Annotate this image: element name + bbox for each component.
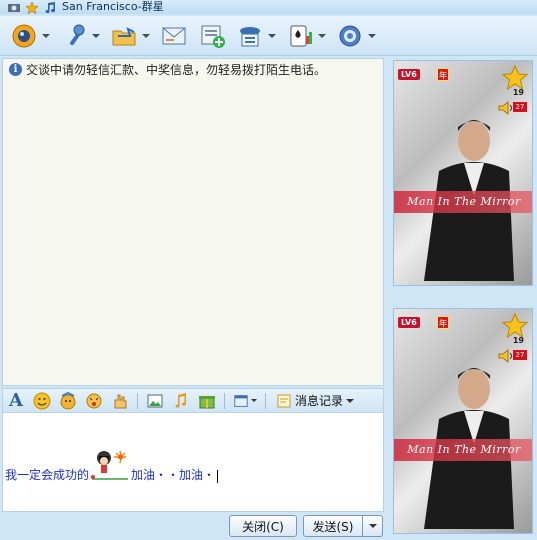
voice-call-button[interactable] (58, 20, 102, 52)
message-history-label: 消息记录 (295, 394, 344, 408)
toolbar-divider (265, 392, 266, 409)
font-icon: A (9, 390, 23, 411)
window-title: San Francisco-群星 (62, 0, 164, 13)
avatar-panel: LV6 年 19 27 Man In The Mirror LV6 年 19 2… (389, 58, 535, 540)
chevron-down-icon[interactable] (142, 33, 150, 38)
year-badge: 年 (437, 316, 449, 329)
gift-icon (199, 395, 215, 408)
message-input[interactable]: 我一定会成功的 加油・・加油・ (2, 412, 384, 512)
magic-emoticon-button[interactable] (57, 391, 79, 411)
favorite-star-icon[interactable] (25, 1, 39, 15)
input-content: 我一定会成功的 加油・・加油・ (5, 449, 219, 483)
star-count: 19 (512, 88, 524, 97)
chevron-down-icon[interactable] (368, 33, 376, 38)
smiley-icon (33, 392, 51, 409)
music-icon (175, 392, 187, 408)
security-notice: i 交谈中请勿轻信汇款、中奖信息，勿轻易拨打陌生电话。 (3, 59, 383, 80)
shake-face-icon (86, 393, 102, 408)
chevron-down-icon[interactable] (92, 33, 100, 38)
info-icon: i (9, 63, 22, 76)
security-notice-text: 交谈中请勿轻信汇款、中奖信息，勿轻易拨打陌生电话。 (26, 63, 327, 77)
level-badge: LV6 (398, 317, 420, 328)
microphone-icon (70, 24, 85, 45)
music-note-icon (44, 2, 56, 14)
history-icon (277, 394, 291, 407)
input-toolbar: A 消息记录 (2, 388, 384, 412)
chevron-down-icon[interactable] (318, 33, 326, 38)
input-text-after: 加油・・加油・ (131, 468, 216, 482)
main-toolbar (0, 16, 537, 56)
game-cards-icon (290, 25, 312, 46)
gift-button[interactable] (196, 391, 218, 411)
contact-avatar-show[interactable]: LV6 年 19 27 Man In The Mirror (393, 60, 533, 286)
send-options-button[interactable] (363, 515, 383, 537)
settings-button[interactable] (334, 20, 378, 52)
send-button-group: 发送(S) (303, 515, 383, 537)
chevron-down-icon (368, 524, 377, 528)
more-tools-button[interactable] (231, 391, 259, 411)
self-avatar-show[interactable]: LV6 年 19 27 Man In The Mirror (393, 308, 533, 534)
shake-button[interactable] (83, 391, 105, 411)
emoticon-button[interactable] (31, 391, 53, 411)
message-button[interactable] (158, 20, 190, 52)
chevron-down-icon[interactable] (251, 399, 257, 402)
mail-icon (162, 27, 186, 44)
gear-icon (339, 25, 361, 46)
font-button[interactable]: A (5, 390, 27, 411)
toolbar-divider (224, 392, 225, 409)
action-bar: 关闭(C) 发送(S) (0, 512, 385, 540)
year-badge: 年 (437, 68, 449, 81)
level-badge: LV6 (398, 69, 420, 80)
message-history-button[interactable]: 消息记录 (272, 391, 358, 411)
text-cursor (217, 470, 219, 483)
send-button[interactable]: 发送(S) (303, 515, 363, 537)
chat-history[interactable]: i 交谈中请勿轻信汇款、中奖信息，勿轻易拨打陌生电话。 (2, 58, 384, 386)
add-app-button[interactable] (196, 20, 228, 52)
hand-icon (114, 394, 127, 408)
volume-badge: 27 (513, 350, 527, 360)
games-button[interactable] (284, 20, 328, 52)
add-app-icon (201, 25, 225, 48)
window-icon (8, 2, 20, 12)
toolbar-divider (137, 392, 138, 409)
contacts-button[interactable] (234, 20, 278, 52)
cheer-emoticon-icon (90, 449, 130, 483)
input-text-before: 我一定会成功的 (5, 468, 90, 482)
chevron-down-icon[interactable] (42, 33, 50, 38)
address-book-icon (240, 26, 260, 46)
folder-icon (112, 26, 136, 45)
picture-icon (147, 394, 163, 407)
magic-emoticon-icon (60, 391, 76, 409)
chevron-down-icon (346, 398, 355, 403)
send-image-button[interactable] (109, 391, 131, 411)
avatar-banner: Man In The Mirror (394, 191, 532, 213)
star-count: 19 (512, 336, 524, 345)
screenshot-button[interactable] (144, 391, 166, 411)
send-file-button[interactable] (108, 20, 152, 52)
video-call-button[interactable] (8, 20, 52, 52)
speaker-icon (498, 349, 512, 363)
volume-badge: 27 (513, 102, 527, 112)
webcam-icon (12, 24, 36, 47)
close-button[interactable]: 关闭(C) (229, 515, 297, 537)
window-icon (234, 394, 248, 407)
music-button[interactable] (170, 391, 192, 411)
speaker-icon (498, 101, 512, 115)
chevron-down-icon[interactable] (268, 33, 276, 38)
avatar-banner: Man In The Mirror (394, 439, 532, 461)
title-bar: San Francisco-群星 (0, 0, 537, 15)
